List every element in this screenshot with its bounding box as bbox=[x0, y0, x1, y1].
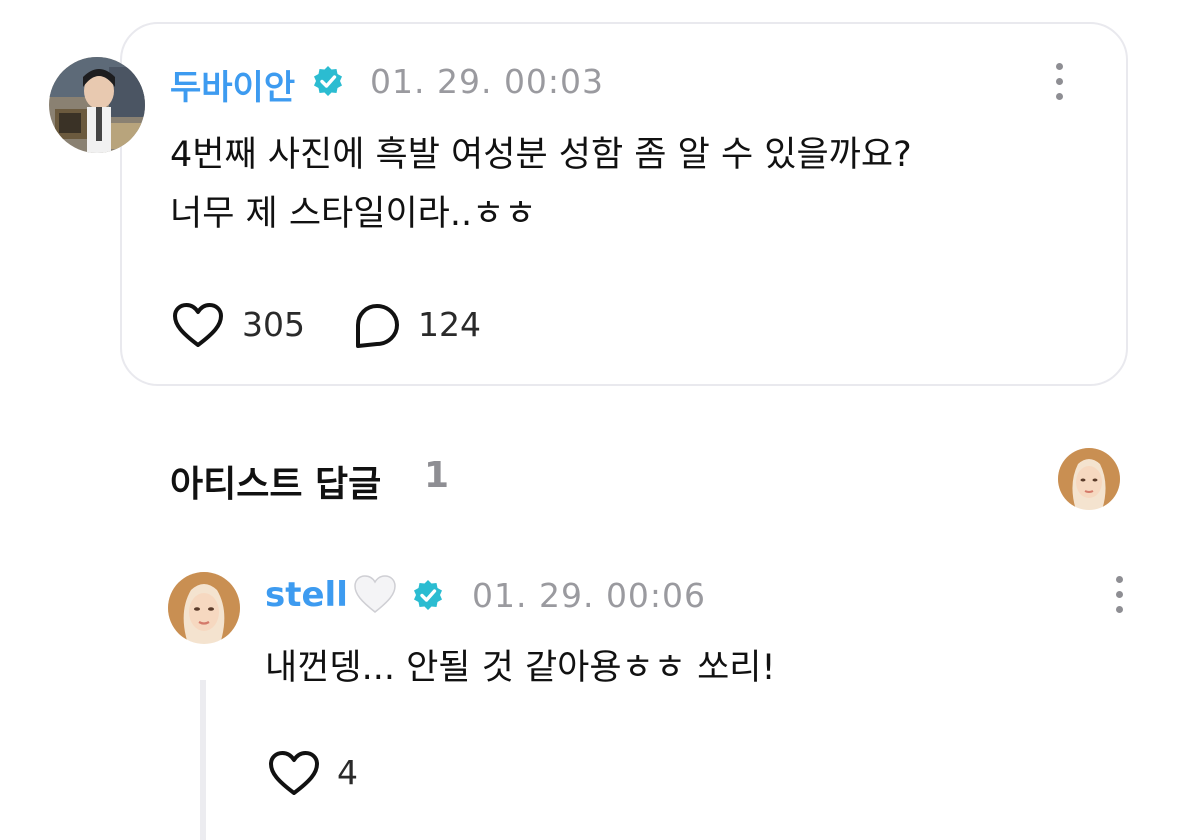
commenter-username[interactable]: 두바이안 bbox=[170, 60, 295, 109]
reply-username[interactable]: stell bbox=[265, 575, 348, 615]
white-heart-icon bbox=[354, 575, 396, 613]
commenter-avatar[interactable] bbox=[49, 57, 145, 153]
artist-avatar-small[interactable] bbox=[1058, 448, 1120, 510]
comment-text-line1: 4번째 사진에 흑발 여성분 성함 좀 알 수 있을까요? bbox=[170, 135, 912, 175]
artist-reply-title: 아티스트 답글 bbox=[170, 464, 382, 505]
verified-badge-icon bbox=[414, 580, 442, 610]
more-vertical-icon[interactable] bbox=[1109, 576, 1129, 620]
comment-thread-page: 두바이안 01. 29. 00:03 4번째 사진에 흑발 여성분 성함 좀 알… bbox=[0, 0, 1179, 840]
comment-timestamp: 01. 29. 00:03 bbox=[370, 62, 605, 101]
reply-like-count: 4 bbox=[337, 753, 358, 792]
thread-connector-line bbox=[200, 680, 206, 840]
more-vertical-icon[interactable] bbox=[1049, 63, 1069, 107]
verified-badge-icon bbox=[314, 66, 342, 96]
comment-reply-count: 124 bbox=[418, 305, 481, 344]
comment-text-line2: 너무 제 스타일이라..ㅎㅎ bbox=[170, 194, 537, 234]
reply-text: 내껀뎅... 안될 것 같아용ㅎㅎ 쏘리! bbox=[265, 648, 776, 688]
comment-like-count: 305 bbox=[242, 305, 305, 344]
reply-timestamp: 01. 29. 00:06 bbox=[472, 576, 707, 615]
reply-avatar[interactable] bbox=[168, 572, 240, 644]
heart-icon[interactable] bbox=[268, 750, 320, 796]
heart-icon[interactable] bbox=[172, 302, 224, 348]
comment-bubble-icon[interactable] bbox=[352, 302, 402, 350]
artist-reply-count: 1 bbox=[424, 455, 450, 496]
